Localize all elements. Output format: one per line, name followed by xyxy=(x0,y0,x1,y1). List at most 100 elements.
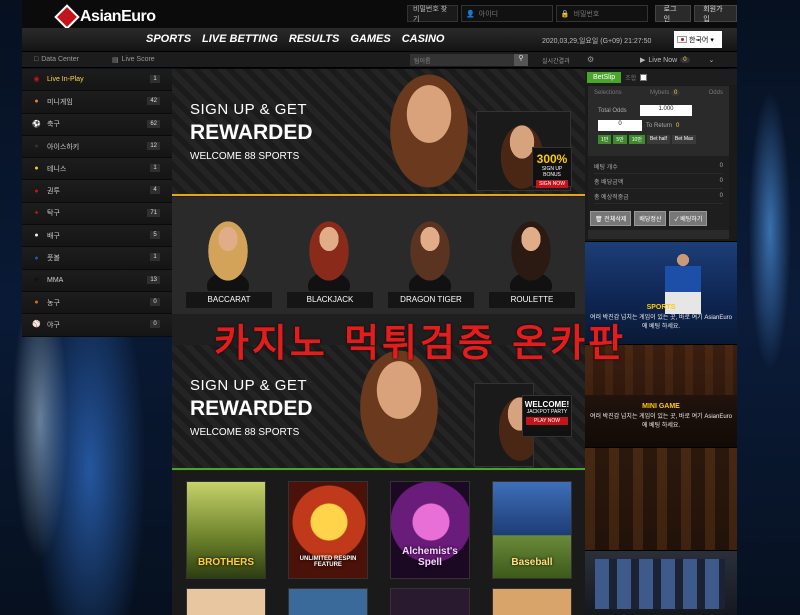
slot-game-tile[interactable]: UNLIMITED RESPIN FEATURE xyxy=(288,481,368,579)
nav-sports[interactable]: SPORTS xyxy=(146,33,191,45)
casino-game-card[interactable]: BACCARAT xyxy=(180,197,276,314)
login-button[interactable]: 로그인 xyxy=(654,5,692,23)
search-icon[interactable]: ⚲ xyxy=(514,54,528,66)
clear-all-button[interactable]: 🗑 전체삭제 xyxy=(590,211,632,226)
sidebar-item[interactable]: ⚾ 야구 0 xyxy=(22,314,172,337)
promo-badge: 300% SIGN UP BONUS SIGN NOW xyxy=(532,147,572,188)
dealer-image xyxy=(190,211,266,291)
stat-total-odds: 총 배당금액 0 xyxy=(594,174,723,189)
nav-results[interactable]: RESULTS xyxy=(289,33,340,45)
language-select[interactable]: 한국어 ▾ xyxy=(674,31,722,48)
brand-logo[interactable]: AsianEuro xyxy=(54,4,156,30)
dealer-image xyxy=(493,211,569,291)
promo-sign-button[interactable]: SIGN NOW xyxy=(536,180,568,188)
check-icon: ✓ xyxy=(674,217,679,223)
tab-selections[interactable]: Selections xyxy=(594,90,622,101)
nav-games[interactable]: GAMES xyxy=(350,33,390,45)
banner-model-image xyxy=(377,69,482,194)
settle-odds-button[interactable]: 배당정산 xyxy=(634,211,667,226)
sidebar-item-label: 야구 xyxy=(47,321,60,329)
live-score-link[interactable]: ▤ Live Score xyxy=(112,56,155,64)
stat-label: 베팅 개수 xyxy=(594,164,618,171)
dealer-image xyxy=(291,211,367,291)
stat-value: 0 xyxy=(719,163,723,169)
sidebar-item[interactable]: ◉ Live In-Play 1 xyxy=(22,69,172,92)
sidebar-item-count: 5 xyxy=(150,231,160,240)
slot-game-tile[interactable] xyxy=(492,588,572,615)
chip-bet-max[interactable]: Bet Max xyxy=(671,135,697,144)
user-icon: 👤 xyxy=(466,10,475,18)
find-password-link[interactable]: 비밀번호 찾기 xyxy=(407,5,459,23)
slot-game-tile[interactable]: BROTHERS xyxy=(186,481,266,579)
to-return-label: To Return xyxy=(646,122,673,129)
casino-game-card[interactable]: DRAGON TIGER xyxy=(382,197,478,314)
chevron-down-icon[interactable]: ⌄ xyxy=(709,56,715,64)
sidebar-item[interactable]: ⚽ 축구 62 xyxy=(22,113,172,136)
tab-mybets[interactable]: Mybets 0 xyxy=(650,90,681,101)
sidebar-item-label: 아이스하키 xyxy=(47,143,80,151)
live-results-link[interactable]: 실시간결과 xyxy=(542,56,570,65)
stat-bet-count: 베팅 개수 0 xyxy=(594,159,723,174)
chip-bet-half[interactable]: Bet half xyxy=(646,135,670,144)
chip-50k[interactable]: 5만 xyxy=(613,135,627,144)
sidebar-item[interactable]: ● 테니스 1 xyxy=(22,158,172,181)
top-bar: AsianEuro 비밀번호 찾기 👤 아이디 🔒 비밀번호 로그인 회원가입 xyxy=(22,0,738,30)
sidebar-item-count: 1 xyxy=(150,253,160,262)
sidebar-item[interactable]: ● 농구 0 xyxy=(22,291,172,315)
betslip-tab[interactable]: BetSlip xyxy=(587,71,622,83)
username-input[interactable]: 👤 아이디 xyxy=(461,5,553,22)
live-now-indicator[interactable]: ▶ Live Now 0 ⌄ xyxy=(640,56,715,65)
sidebar-item-count: 4 xyxy=(150,186,160,195)
stat-expected-win: 총 예상적중금 0 xyxy=(594,189,723,204)
live-score-label: Live Score xyxy=(121,56,155,63)
slot-machines-card[interactable] xyxy=(585,550,737,615)
sidebar-item[interactable]: ✚ MMA 13 xyxy=(22,269,172,292)
sidebar-item[interactable]: ● 권투 4 xyxy=(22,180,172,203)
combo-checkbox[interactable] xyxy=(640,73,648,81)
chip-100k[interactable]: 10만 xyxy=(628,135,645,144)
live-icon: ◉ xyxy=(33,76,40,84)
betslip-header: BetSlip 조합 xyxy=(585,69,737,85)
data-center-link[interactable]: □ Data Center xyxy=(34,56,79,63)
korea-flag-icon xyxy=(677,36,687,43)
betslip-body: Selections Mybets 0 Odds Total Odds 1.00… xyxy=(588,86,729,239)
slot-game-tile[interactable] xyxy=(390,588,470,615)
slot-game-tile[interactable]: Alchemist's Spell xyxy=(390,481,470,579)
nav-live-betting[interactable]: LIVE BETTING xyxy=(202,33,278,45)
slot-game-tile[interactable] xyxy=(186,588,266,615)
casino-promo-card[interactable] xyxy=(585,447,737,550)
minigame-icon: ● xyxy=(34,98,39,106)
sidebar-item[interactable]: ● 미니게임 42 xyxy=(22,91,172,114)
casino-game-card[interactable]: ROULETTE xyxy=(483,197,579,314)
sidebar-item[interactable]: ● 풋볼 1 xyxy=(22,247,172,270)
username-placeholder: 아이디 xyxy=(478,10,499,18)
password-input[interactable]: 🔒 비밀번호 xyxy=(555,5,648,22)
tab-odds[interactable]: Odds xyxy=(709,90,723,101)
nav-casino[interactable]: CASINO xyxy=(402,33,445,45)
place-bet-button[interactable]: ✓ 베팅하기 xyxy=(669,211,708,226)
sports-sidebar: ◉ Live In-Play 1 ● 미니게임 42 ⚽ 축구 62 ● 아이스하키 12 ● 테니스 1 ●… xyxy=(22,69,172,337)
team-search-input[interactable]: 팀이름 xyxy=(410,54,528,66)
odds-box: Total Odds 1.000 0 To Return 0 1만 5만 10만… xyxy=(588,101,729,156)
signup-button[interactable]: 회원가입 xyxy=(694,5,738,23)
sidebar-item[interactable]: ✦ 탁구 71 xyxy=(22,202,172,226)
sidebar-item-count: 0 xyxy=(150,297,160,306)
play-now-button[interactable]: PLAY NOW xyxy=(526,417,568,425)
sidebar-item[interactable]: ● 아이스하키 12 xyxy=(22,135,172,159)
stake-input[interactable]: 0 xyxy=(598,120,642,131)
casino-game-label: BACCARAT xyxy=(186,292,272,308)
gear-icon[interactable]: ⚙ xyxy=(587,55,594,64)
slot-game-tile[interactable] xyxy=(288,588,368,615)
sidebar-item-count: 0 xyxy=(150,320,160,329)
password-placeholder: 비밀번호 xyxy=(573,10,600,18)
promo-banner-1[interactable]: SIGN UP & GET REWARDED WELCOME 88 SPORTS… xyxy=(172,69,585,194)
total-odds-label: Total Odds xyxy=(598,107,627,114)
casino-game-card[interactable]: BLACKJACK xyxy=(281,197,377,314)
sidebar-item-label: 배구 xyxy=(47,232,60,240)
slot-game-tile[interactable]: Baseball xyxy=(492,481,572,579)
sidebar-item[interactable]: ● 배구 5 xyxy=(22,225,172,248)
clear-all-label: 전체삭제 xyxy=(604,217,627,223)
chip-10k[interactable]: 1만 xyxy=(598,135,612,144)
main-nav: SPORTS LIVE BETTING RESULTS GAMES CASINO… xyxy=(22,28,737,52)
brand-name: AsianEuro xyxy=(80,8,156,25)
